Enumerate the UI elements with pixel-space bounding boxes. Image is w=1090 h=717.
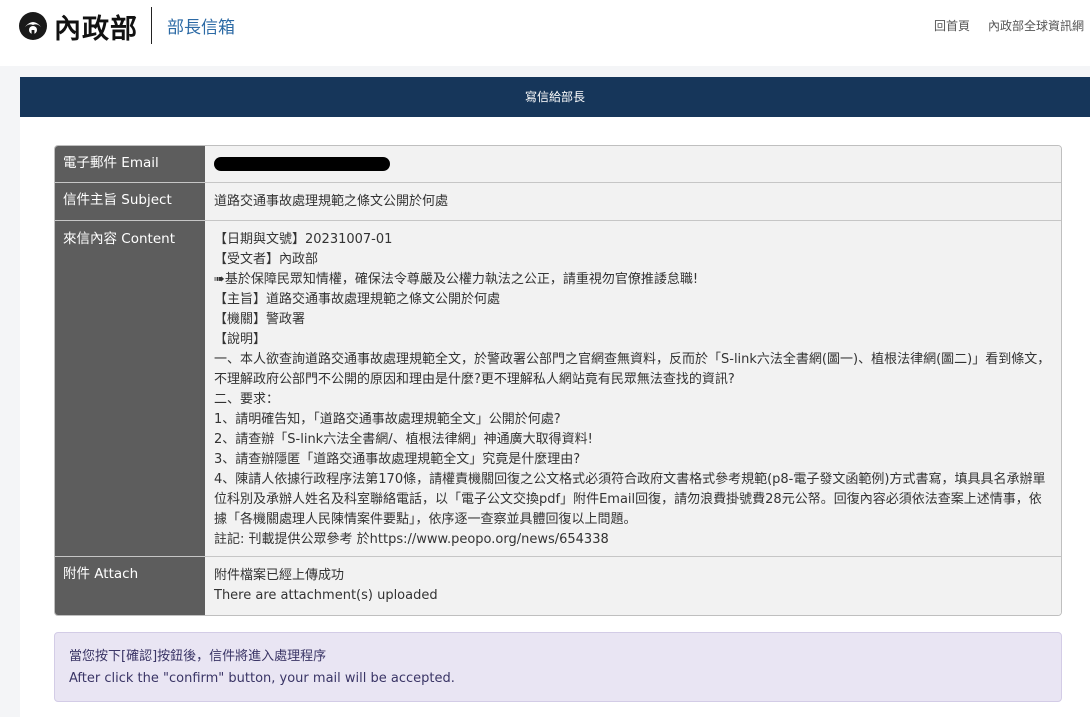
site-title[interactable]: 部長信箱	[167, 13, 235, 38]
content-row: 來信內容 Content 【日期與文號】20231007-01 【受文者】內政部…	[55, 220, 1061, 556]
content-value: 【日期與文號】20231007-01 【受文者】內政部 ➠基於保障民眾知情權，確…	[205, 221, 1061, 556]
content-line: 【受文者】內政部	[214, 252, 319, 267]
content-line: 一、本人欲查詢道路交通事故處理規範全文，於警政署公部門之官網查無資料，反而於「S…	[214, 352, 1051, 387]
content-line: ➠基於保障民眾知情權，確保法令尊嚴及公權力執法之公正，請重視勿官僚推諉怠職!	[214, 272, 699, 287]
mail-preview-table: 電子郵件 Email 信件主旨 Subject 道路交通事故處理規範之條文公開於…	[54, 145, 1062, 616]
content-line: 【說明】	[214, 332, 267, 347]
content-line: 註記: 刊載提供公眾參考 於https://www.peopo.org/news…	[214, 532, 609, 547]
content-label: 來信內容 Content	[55, 221, 205, 556]
notice-text-zh: 當您按下[確認]按鈕後，信件將進入處理程序	[69, 649, 327, 664]
content-line: 【機關】警政署	[214, 312, 306, 327]
notice-text-en: After click the "confirm" button, your m…	[69, 671, 455, 686]
content-line: 3、請查辦隱匿「道路交通事故處理規範全文」究竟是什麼理由?	[214, 452, 581, 467]
nav-home-link[interactable]: 回首頁	[934, 17, 970, 34]
subject-label: 信件主旨 Subject	[55, 183, 205, 220]
moi-emblem-icon	[19, 12, 47, 40]
header-divider	[151, 7, 152, 44]
content-line: 2、請查辦「S-link六法全書網/、植根法律網」神通廣大取得資料!	[214, 432, 593, 447]
email-row: 電子郵件 Email	[55, 146, 1061, 182]
content-line: 【主旨】道路交通事故處理規範之條文公開於何處	[214, 292, 501, 307]
content-line: 1、請明確告知，「道路交通事故處理規範全文」公開於何處?	[214, 412, 561, 427]
moi-logo[interactable]: 內政部	[18, 8, 138, 45]
site-header: 內政部 部長信箱 回首頁 內政部全球資訊網	[0, 0, 1090, 66]
content-line: 4、陳請人依據行政程序法第170條，請權責機關回復之公文格式必須符合政府文書格式…	[214, 472, 1046, 527]
attach-status-zh: 附件檔案已經上傳成功	[214, 568, 345, 583]
email-value	[205, 146, 1061, 182]
attach-row: 附件 Attach 附件檔案已經上傳成功 There are attachmen…	[55, 556, 1061, 615]
nav-moi-portal-link[interactable]: 內政部全球資訊網	[988, 17, 1084, 34]
attach-status-en: There are attachment(s) uploaded	[214, 588, 438, 603]
email-label: 電子郵件 Email	[55, 146, 205, 182]
content-line: 【日期與文號】20231007-01	[214, 232, 393, 247]
top-nav: 回首頁 內政部全球資訊網	[934, 17, 1084, 34]
logo-text: 內政部	[54, 13, 138, 45]
email-redaction	[214, 157, 390, 171]
subject-value: 道路交通事故處理規範之條文公開於何處	[205, 183, 1061, 220]
subject-row: 信件主旨 Subject 道路交通事故處理規範之條文公開於何處	[55, 182, 1061, 220]
mail-card: 寫信給部長 電子郵件 Email 信件主旨 Subject 道路交通事故處理規範…	[20, 77, 1090, 717]
content-line: 二、要求：	[214, 392, 280, 407]
attach-label: 附件 Attach	[55, 557, 205, 615]
card-title: 寫信給部長	[20, 77, 1090, 117]
confirm-notice: 當您按下[確認]按鈕後，信件將進入處理程序 After click the "c…	[54, 632, 1062, 702]
attach-value: 附件檔案已經上傳成功 There are attachment(s) uploa…	[205, 557, 1061, 615]
